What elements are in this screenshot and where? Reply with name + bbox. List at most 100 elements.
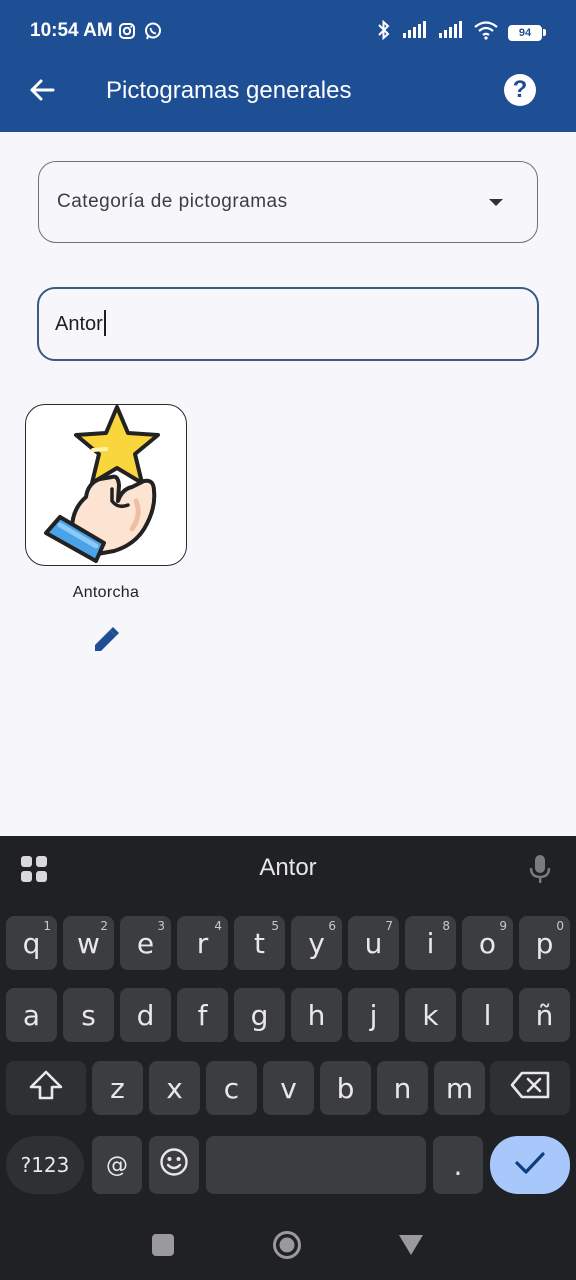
key-label: y	[308, 926, 325, 960]
key-c[interactable]: c	[206, 1061, 257, 1115]
pencil-icon	[91, 625, 121, 660]
key-j[interactable]: j	[348, 988, 399, 1042]
checkmark-icon	[515, 1149, 545, 1182]
system-nav-bar	[0, 1208, 576, 1280]
key-label: o	[478, 926, 497, 960]
shift-icon	[29, 1070, 63, 1107]
signal-icon	[402, 21, 428, 44]
help-icon: ?	[512, 76, 528, 103]
whatsapp-icon	[144, 22, 162, 45]
key-l[interactable]: l	[462, 988, 513, 1042]
key-number-hint: 5	[271, 919, 279, 933]
category-dropdown[interactable]: Categoría de pictogramas	[38, 161, 538, 243]
help-button[interactable]: ?	[504, 74, 536, 106]
emoji-key[interactable]	[149, 1136, 199, 1194]
key-f[interactable]: f	[177, 988, 228, 1042]
key-number-hint: 1	[43, 919, 51, 933]
battery-indicator: 94	[508, 24, 546, 41]
emoji-icon	[159, 1147, 189, 1184]
key-i[interactable]: i8	[405, 916, 456, 970]
signal-icon	[438, 21, 464, 44]
key-o[interactable]: o9	[462, 916, 513, 970]
key-label: n	[393, 1071, 412, 1105]
arrow-back-icon	[28, 76, 56, 109]
key-label: d	[136, 998, 155, 1032]
key-g[interactable]: g	[234, 988, 285, 1042]
keyboard-suggestion[interactable]: Antor	[0, 854, 576, 882]
key-label: t	[254, 926, 265, 960]
key-k[interactable]: k	[405, 988, 456, 1042]
dropdown-arrow-icon	[489, 199, 503, 206]
wifi-icon	[474, 20, 498, 45]
battery-level: 94	[508, 24, 542, 41]
status-time: 10:54 AM	[30, 20, 113, 41]
key-ñ[interactable]: ñ	[519, 988, 570, 1042]
key-p[interactable]: p0	[519, 916, 570, 970]
search-input[interactable]: Antor	[37, 287, 539, 361]
key-u[interactable]: u7	[348, 916, 399, 970]
key-m[interactable]: m	[434, 1061, 485, 1115]
recents-button[interactable]	[152, 1234, 174, 1256]
pictogram-card[interactable]	[25, 404, 187, 566]
key-q[interactable]: q1	[6, 916, 57, 970]
at-key[interactable]: @	[92, 1136, 142, 1194]
key-label: a	[22, 998, 41, 1032]
key-label: v	[280, 1071, 297, 1105]
key-label: p	[535, 926, 554, 960]
key-label: z	[110, 1071, 125, 1105]
space-key[interactable]	[206, 1136, 426, 1194]
key-label: r	[196, 926, 209, 960]
key-a[interactable]: a	[6, 988, 57, 1042]
key-number-hint: 3	[157, 919, 165, 933]
key-label: j	[369, 998, 378, 1032]
key-label: x	[166, 1071, 183, 1105]
status-right-icons: 94	[376, 19, 546, 45]
search-text: Antor	[55, 313, 103, 335]
period-key[interactable]: .	[433, 1136, 483, 1194]
key-label: i	[426, 926, 435, 960]
key-number-hint: 6	[328, 919, 336, 933]
key-label: m	[445, 1071, 474, 1105]
edit-pictogram-button[interactable]	[88, 624, 124, 660]
key-label: g	[250, 998, 269, 1032]
hand-holding-star-image	[44, 405, 160, 563]
key-x[interactable]: x	[149, 1061, 200, 1115]
key-h[interactable]: h	[291, 988, 342, 1042]
text-cursor	[103, 310, 106, 337]
key-w[interactable]: w2	[63, 916, 114, 970]
key-label: e	[136, 926, 155, 960]
back-nav-button[interactable]	[398, 1234, 424, 1256]
key-label: f	[197, 998, 208, 1032]
bluetooth-icon	[376, 19, 392, 45]
enter-key[interactable]	[490, 1136, 570, 1194]
search-input-value: Antor	[55, 310, 106, 337]
key-number-hint: 0	[556, 919, 564, 933]
home-button[interactable]	[272, 1230, 302, 1260]
key-label: k	[422, 998, 439, 1032]
key-number-hint: 8	[442, 919, 450, 933]
key-number-hint: 7	[385, 919, 393, 933]
key-v[interactable]: v	[263, 1061, 314, 1115]
key-t[interactable]: t5	[234, 916, 285, 970]
key-y[interactable]: y6	[291, 916, 342, 970]
key-label: s	[81, 998, 96, 1032]
key-label: h	[307, 998, 326, 1032]
key-r[interactable]: r4	[177, 916, 228, 970]
backspace-key[interactable]	[490, 1061, 570, 1115]
back-button[interactable]	[20, 70, 64, 114]
instagram-icon	[118, 22, 136, 45]
status-left-icons	[118, 22, 162, 45]
key-label: u	[364, 926, 383, 960]
key-label: w	[77, 926, 100, 960]
key-e[interactable]: e3	[120, 916, 171, 970]
key-b[interactable]: b	[320, 1061, 371, 1115]
key-s[interactable]: s	[63, 988, 114, 1042]
key-z[interactable]: z	[92, 1061, 143, 1115]
key-label: ñ	[535, 998, 554, 1032]
key-n[interactable]: n	[377, 1061, 428, 1115]
symbols-key[interactable]: ?123	[6, 1136, 84, 1194]
key-number-hint: 2	[100, 919, 108, 933]
shift-key[interactable]	[6, 1061, 86, 1115]
voice-input-button[interactable]	[528, 854, 552, 889]
key-d[interactable]: d	[120, 988, 171, 1042]
